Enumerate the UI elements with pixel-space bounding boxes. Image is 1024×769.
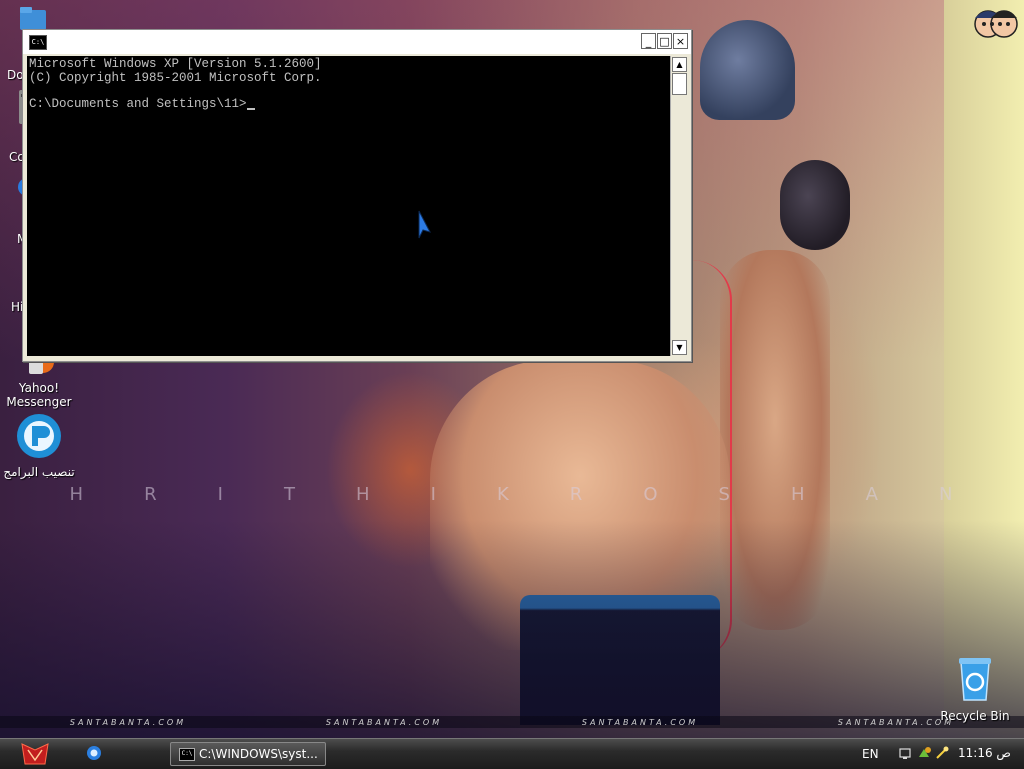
quick-launch-ie-icon[interactable]	[86, 745, 102, 761]
text-cursor	[246, 108, 255, 110]
clock[interactable]: 11:16 ص	[958, 746, 1011, 760]
scroll-down-button[interactable]: ▼	[672, 340, 687, 355]
watermark-strip: SANTABANTA.COM SANTABANTA.COM SANTABANTA…	[0, 716, 1024, 728]
desktop-avatar[interactable]	[972, 4, 1020, 46]
recycle-bin-icon	[959, 658, 991, 701]
minimize-button[interactable]: _	[641, 33, 656, 49]
desktop-icon-label: Yahoo! Messenger	[6, 381, 72, 409]
taskbar-item-cmd[interactable]: C:\ C:\WINDOWS\syst...	[170, 742, 326, 766]
wordmark-letter: R	[569, 484, 585, 505]
scroll-up-button[interactable]: ▲	[672, 57, 687, 72]
scroll-thumb[interactable]	[672, 73, 687, 95]
mouse-pointer-icon	[418, 210, 431, 239]
window-controls: _ □ ×	[641, 33, 688, 49]
network-tray-icon[interactable]	[898, 745, 914, 761]
desktop-icon-label: تنصيب البرامج	[3, 465, 75, 479]
wordmark-letter: S	[718, 484, 732, 505]
wallpaper-wordmark: H R I T H I K R O S H A N	[0, 484, 1024, 505]
vertical-scrollbar[interactable]: ▲ ▼	[670, 56, 688, 356]
desktop-icon-recycle-bin[interactable]: Recycle Bin	[940, 654, 1010, 723]
wordmark-letter: I	[430, 484, 438, 505]
wallpaper-cap	[700, 20, 795, 120]
wordmark-letter: K	[496, 484, 511, 505]
watermark: SANTABANTA.COM	[837, 717, 955, 727]
console-prompt: C:\Documents and Settings\11>	[29, 97, 247, 111]
cartoon-faces-icon	[974, 10, 1018, 38]
wordmark-letter: O	[643, 484, 660, 505]
language-indicator[interactable]: EN	[862, 747, 879, 761]
maximize-button[interactable]: □	[657, 33, 672, 49]
console-line: (C) Copyright 1985-2001 Microsoft Corp.	[29, 71, 322, 85]
wordmark-letter: I	[217, 484, 225, 505]
wand-tray-icon[interactable]	[934, 745, 950, 761]
wallpaper-cap-reflection	[780, 160, 850, 250]
taskbar: C:\ C:\WINDOWS\syst... EN 11:16 ص	[0, 738, 1024, 769]
desktop-icon-label: Recycle Bin	[940, 709, 1010, 723]
taskbar-item-label: C:\WINDOWS\syst...	[199, 747, 318, 761]
desktop-icon-install-programs[interactable]: تنصيب البرامج	[0, 412, 78, 479]
command-prompt-window[interactable]: C:\ _ □ × Microsoft Windows XP [Version …	[22, 29, 692, 362]
wordmark-letter: H	[356, 484, 372, 505]
console-output-area[interactable]: Microsoft Windows XP [Version 5.1.2600] …	[27, 56, 670, 356]
wordmark-letter: R	[144, 484, 159, 505]
wordmark-letter: H	[69, 484, 86, 505]
wordmark-letter: T	[283, 484, 297, 505]
close-button[interactable]: ×	[673, 33, 688, 49]
console-prompt-line[interactable]: C:\Documents and Settings\11>	[27, 98, 670, 110]
wordmark-letter: A	[865, 484, 880, 505]
wordmark-letter: N	[938, 484, 955, 505]
wallpaper-shade	[0, 520, 1024, 738]
watermark: SANTABANTA.COM	[325, 717, 443, 727]
update-tray-icon[interactable]	[916, 745, 932, 761]
window-titlebar[interactable]: C:\ _ □ ×	[23, 30, 691, 54]
start-button[interactable]	[18, 742, 52, 766]
cmd-icon: C:\	[179, 748, 195, 761]
system-tray	[898, 745, 950, 761]
watermark: SANTABANTA.COM	[581, 717, 699, 727]
console-line: Microsoft Windows XP [Version 5.1.2600]	[29, 57, 322, 71]
cmd-icon[interactable]: C:\	[29, 35, 47, 50]
installer-icon	[17, 414, 61, 458]
wordmark-letter: H	[791, 484, 807, 505]
folder-icon	[20, 7, 46, 30]
watermark: SANTABANTA.COM	[69, 717, 187, 727]
